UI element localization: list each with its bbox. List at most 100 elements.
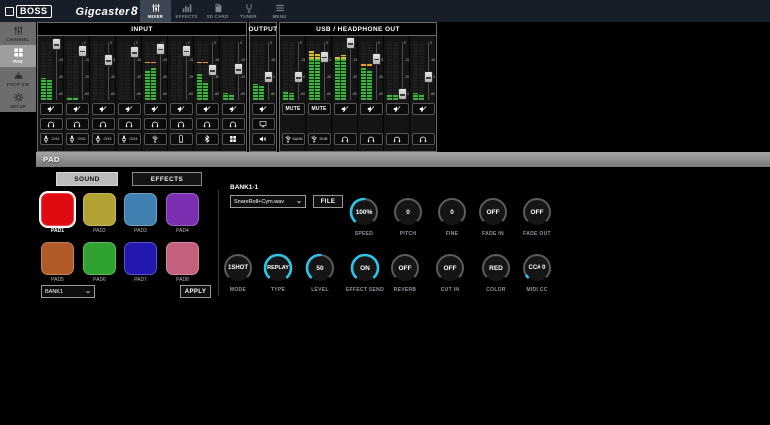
tab-sound[interactable]: SOUND xyxy=(56,172,118,186)
phones4-mute-button[interactable] xyxy=(412,103,435,115)
sidebar-item-setup[interactable]: SETUP xyxy=(0,90,36,113)
sidebar: CHANNELPADFOOT SWSETUP xyxy=(0,22,36,112)
phones3-mute-button[interactable] xyxy=(386,103,409,115)
fader-scale-tick: -15 xyxy=(404,58,409,62)
phones1-fader-handle[interactable] xyxy=(346,37,355,49)
sound-pad-pad2[interactable] xyxy=(83,193,116,226)
mixer-strip-usb-main: 0-15-30-60MUTEMAIN xyxy=(280,36,306,151)
usb-phones-button[interactable] xyxy=(144,118,167,130)
usb-sub-mute-button[interactable]: MUTE xyxy=(308,103,331,115)
ch3-phones-button[interactable] xyxy=(92,118,115,130)
file-button[interactable]: FILE xyxy=(313,195,343,208)
ch4-phones-button[interactable] xyxy=(118,118,141,130)
apply-button[interactable]: APPLY xyxy=(180,285,211,298)
ch4-fader-handle[interactable] xyxy=(130,46,139,58)
nav-item-menu[interactable]: MENU xyxy=(264,0,295,22)
mixer-section-title: INPUT xyxy=(38,23,246,36)
ch1-phones-button[interactable] xyxy=(40,118,63,130)
sound-pad-pad3[interactable] xyxy=(124,193,157,226)
phones3-fader-handle[interactable] xyxy=(398,88,407,100)
phones2-source-button[interactable] xyxy=(360,133,383,145)
mobile-phones-button[interactable] xyxy=(170,118,193,130)
sidebar-item-channel[interactable]: CHANNEL xyxy=(0,22,36,45)
sound-pad-pad8[interactable] xyxy=(166,242,199,275)
sound-pad-pad6[interactable] xyxy=(83,242,116,275)
fader-scale-tick: -30 xyxy=(84,75,89,79)
usb-mute-button[interactable] xyxy=(144,103,167,115)
mobile-fader-handle[interactable] xyxy=(182,45,191,57)
pad-source-button[interactable] xyxy=(222,133,245,145)
pad-fader-handle[interactable] xyxy=(234,63,243,75)
ch2-fader-handle[interactable] xyxy=(78,45,87,57)
mute-icon xyxy=(151,105,159,113)
knob-value: ON xyxy=(348,251,382,285)
knob-fade-out[interactable]: OFFFADE OUT xyxy=(514,195,560,237)
knob-speed[interactable]: 100%SPEED xyxy=(341,195,387,237)
usb-sub-source-button[interactable]: SUB xyxy=(308,133,331,145)
phones2-fader-handle[interactable] xyxy=(372,53,381,65)
source-channel-label: SUB xyxy=(319,137,327,141)
ch2-mute-button[interactable] xyxy=(66,103,89,115)
pad-phones-button[interactable] xyxy=(222,118,245,130)
knob-midi-cc[interactable]: CC# 0MIDI CC xyxy=(514,251,560,293)
ch4-mute-button[interactable] xyxy=(118,103,141,115)
output-mute-button[interactable] xyxy=(252,103,275,115)
bluetooth-phones-button[interactable] xyxy=(196,118,219,130)
usb-main-source-button[interactable]: MAIN xyxy=(282,133,305,145)
phones1-source-button[interactable] xyxy=(334,133,357,145)
ch3-source-button[interactable]: CH3 xyxy=(92,133,115,145)
sound-pad-pad7[interactable] xyxy=(124,242,157,275)
mobile-source-button[interactable] xyxy=(170,133,193,145)
phones4-source-button[interactable] xyxy=(412,133,435,145)
knob-color[interactable]: REDCOLOR xyxy=(473,251,519,293)
usb-fader-handle[interactable] xyxy=(156,43,165,55)
output-monitor-button[interactable] xyxy=(252,118,275,130)
tab-effects[interactable]: EFFECTS xyxy=(132,172,202,186)
ch4-source-button[interactable]: CH4 xyxy=(118,133,141,145)
bluetooth-mute-button[interactable] xyxy=(196,103,219,115)
sound-pad-pad4[interactable] xyxy=(166,193,199,226)
ch1-mute-button[interactable] xyxy=(40,103,63,115)
sidebar-item-foot-sw[interactable]: FOOT SW xyxy=(0,67,36,90)
knob-pitch[interactable]: 0PITCH xyxy=(385,195,431,237)
ch3-fader-handle[interactable] xyxy=(104,54,113,66)
ch3-mute-button[interactable] xyxy=(92,103,115,115)
level-meter xyxy=(309,42,314,100)
fader-scale-tick: -30 xyxy=(326,75,331,79)
ch2-phones-button[interactable] xyxy=(66,118,89,130)
ch2-source-button[interactable]: CH2 xyxy=(66,133,89,145)
bluetooth-fader-handle[interactable] xyxy=(208,64,217,76)
mixer-strip-phones2: 0-15-30-60 xyxy=(358,36,384,151)
nav-item-effects[interactable]: EFFECTS xyxy=(171,0,202,22)
knob-reverb[interactable]: OFFREVERB xyxy=(382,251,428,293)
nav-item-tuner[interactable]: TUNER xyxy=(233,0,264,22)
bank-select[interactable]: BANK1 xyxy=(41,285,95,298)
mixer-strip-ch2: 0-15-30-60CH2 xyxy=(64,36,90,151)
usb-main-fader-handle[interactable] xyxy=(294,71,303,83)
ch1-source-button[interactable]: CH1 xyxy=(40,133,63,145)
sound-pad-pad1[interactable] xyxy=(41,193,74,226)
sound-pad-pad5[interactable] xyxy=(41,242,74,275)
knob-level[interactable]: 50LEVEL xyxy=(297,251,343,293)
ch1-fader-handle[interactable] xyxy=(52,38,61,50)
mobile-mute-button[interactable] xyxy=(170,103,193,115)
bluetooth-source-button[interactable] xyxy=(196,133,219,145)
knob-fine[interactable]: 0FINE xyxy=(429,195,475,237)
output-fader-handle[interactable] xyxy=(264,71,273,83)
wav-file-select[interactable]: SnareRoll+Cym.wav xyxy=(230,195,306,208)
phones3-source-button[interactable] xyxy=(386,133,409,145)
output-source-button[interactable] xyxy=(252,133,275,145)
nav-item-mixer[interactable]: MIXER xyxy=(140,0,171,22)
sidebar-item-pad[interactable]: PAD xyxy=(0,45,36,68)
pad-mute-button[interactable] xyxy=(222,103,245,115)
usb-sub-fader-handle[interactable] xyxy=(320,51,329,63)
usb-source-button[interactable] xyxy=(144,133,167,145)
nav-item-sd-card[interactable]: SD CARD xyxy=(202,0,233,22)
phones1-mute-button[interactable] xyxy=(334,103,357,115)
phones4-fader-handle[interactable] xyxy=(424,71,433,83)
usb-main-mute-button[interactable]: MUTE xyxy=(282,103,305,115)
knob-type[interactable]: REPLAYTYPE xyxy=(255,251,301,293)
knob-fade-in[interactable]: OFFFADE IN xyxy=(470,195,516,237)
knob-cut-in[interactable]: OFFCUT IN xyxy=(427,251,473,293)
phones2-mute-button[interactable] xyxy=(360,103,383,115)
